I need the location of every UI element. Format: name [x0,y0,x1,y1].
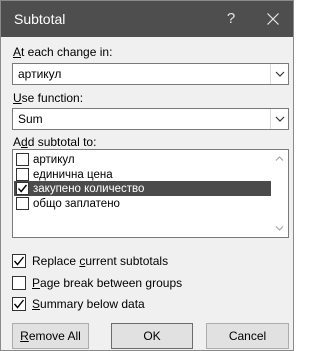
list-checkbox[interactable] [16,153,29,166]
function-label-post: se function: [21,91,84,105]
replace-subtotals-option[interactable]: Replace current subtotals [12,253,168,269]
replace-subtotals-label: Replace current subtotals [32,254,168,268]
add-label-key: d [21,135,28,149]
scroll-up-button[interactable] [271,150,288,167]
change-combo-dropdown[interactable] [270,64,288,84]
add-label-post: d subtotal to: [27,135,97,149]
list-item[interactable]: единична цена [14,167,271,182]
remove-all-post: emove All [28,329,81,343]
page-break-checkbox[interactable] [12,276,26,290]
chevron-down-icon [275,71,284,77]
list-checkbox[interactable] [16,197,29,210]
summary-below-option[interactable]: Summary below data [12,296,145,312]
subtotal-dialog: Subtotal ? At each change in: артикул Us… [0,0,294,351]
list-item-label: артикул [33,153,75,166]
page-break-post: age break between groups [40,276,183,290]
list-checkbox-checked[interactable] [16,182,29,195]
remove-all-button[interactable]: Remove All [12,323,89,349]
close-button[interactable] [253,1,293,37]
summary-post: ummary below data [40,297,145,311]
page-break-label: Page break between groups [32,276,182,290]
add-subtotal-list[interactable]: артикул единична цена закупено количеств… [12,149,289,238]
dialog-title: Subtotal [14,11,66,27]
summary-below-label: Summary below data [32,297,145,311]
page-break-option[interactable]: Page break between groups [12,275,182,291]
remove-all-key: R [20,329,29,343]
chevron-down-icon [275,226,284,231]
change-label-post: t each change in: [21,45,113,59]
cancel-button[interactable]: Cancel [206,323,289,349]
change-combo[interactable]: артикул [12,63,289,85]
checkmark-icon [17,184,28,193]
help-button[interactable]: ? [211,1,251,37]
checkmark-icon [13,256,25,266]
list-item[interactable]: общо заплатено [14,196,271,211]
add-subtotal-label: Add subtotal to: [13,135,96,149]
chevron-down-icon [275,116,284,122]
list-item-label: общо заплатено [33,197,120,210]
replace-subtotals-checkbox[interactable] [12,254,26,268]
checkmark-icon [13,299,25,309]
change-label-key: A [13,45,22,59]
summary-key: S [32,297,41,311]
title-bar: Subtotal ? [1,1,293,37]
function-label-key: U [13,91,22,105]
add-label-pre: A [13,135,22,149]
list-item-selected[interactable]: закупено количество [14,181,271,196]
list-scrollbar[interactable] [271,150,288,237]
chevron-up-icon [275,156,284,161]
ok-button[interactable]: OK [111,323,193,349]
scroll-down-button[interactable] [271,220,288,237]
list-item-label: единична цена [33,168,113,181]
list-item-label: закупено количество [33,182,145,195]
list-checkbox[interactable] [16,168,29,181]
replace-pre: Replace [32,254,80,268]
change-combo-value: артикул [18,67,62,81]
summary-below-checkbox[interactable] [12,297,26,311]
function-combo-dropdown[interactable] [270,109,288,129]
list-item[interactable]: артикул [14,152,271,167]
help-icon: ? [226,10,236,27]
function-label: Use function: [13,91,83,105]
page-break-key: P [32,276,41,290]
close-icon [267,13,279,25]
function-combo[interactable]: Sum [12,108,289,130]
replace-post: urrent subtotals [85,254,169,268]
function-combo-value: Sum [18,112,43,126]
change-label: At each change in: [13,45,112,59]
